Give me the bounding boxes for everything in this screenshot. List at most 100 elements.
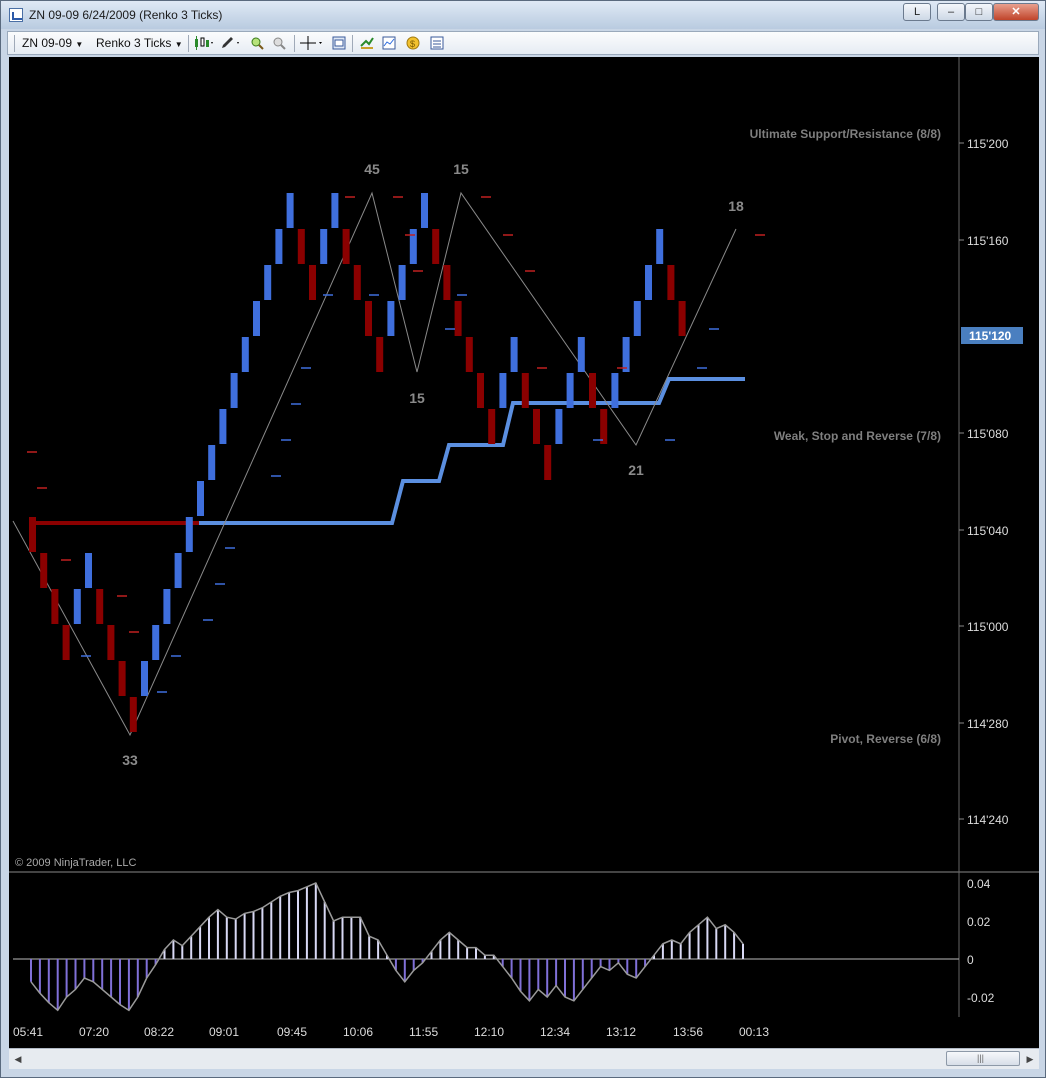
renko-brick: [521, 373, 529, 408]
renko-brick: [174, 553, 182, 588]
minimize-button[interactable]: –: [937, 3, 965, 21]
chart-data-icon[interactable]: [382, 36, 396, 50]
time-label: 08:22: [144, 1025, 174, 1039]
chart-toolbar: ZN 09-09 ▼ Renko 3 Ticks ▼ $: [7, 31, 1039, 55]
renko-brick: [499, 373, 507, 408]
oscillator-histogram: [30, 882, 744, 1012]
candlestick-chart-icon[interactable]: [194, 36, 214, 50]
renko-brick: [589, 373, 596, 408]
pencil-draw-icon[interactable]: [220, 36, 242, 50]
renko-brick: [253, 301, 260, 336]
scroll-right-icon[interactable]: ▶: [1023, 1052, 1037, 1066]
renko-brick: [141, 661, 148, 696]
renko-brick: [40, 553, 48, 588]
toolbar-separator: [188, 35, 189, 52]
time-label: 05:41: [13, 1025, 43, 1039]
copyright-text: © 2009 NinjaTrader, LLC: [15, 857, 136, 869]
period-label: Renko 3 Ticks: [96, 36, 172, 50]
swing-label: 21: [628, 462, 644, 478]
renko-brick: [600, 409, 608, 444]
renko-brick: [96, 589, 104, 624]
chevron-down-icon: ▼: [75, 40, 84, 49]
renko-brick: [465, 337, 473, 372]
renko-brick: [376, 337, 384, 372]
renko-brick: [432, 229, 440, 264]
renko-brick: [264, 265, 272, 300]
time-label: 13:56: [673, 1025, 703, 1039]
renko-brick: [208, 445, 216, 480]
renko-brick: [342, 229, 350, 264]
renko-brick: [656, 229, 664, 264]
title-bar[interactable]: ZN 09-09 6/24/2009 (Renko 3 Ticks) L – □…: [1, 1, 1045, 29]
renko-brick: [286, 193, 294, 228]
maximize-button[interactable]: □: [965, 3, 993, 21]
scrollbar-thumb[interactable]: |||: [946, 1051, 1020, 1066]
renko-brick: [62, 625, 70, 660]
swing-label: 45: [364, 161, 380, 177]
renko-brick: [477, 373, 484, 408]
level-label-8-8: Ultimate Support/Resistance (8/8): [750, 127, 941, 141]
strategy-icon[interactable]: [360, 36, 374, 50]
price-chart[interactable]: 115'200 115'160 115'080 115'040 115'000 …: [9, 57, 1039, 1048]
renko-brick: [152, 625, 160, 660]
renko-brick: [577, 337, 585, 372]
renko-brick: [73, 589, 81, 624]
renko-brick: [398, 265, 406, 300]
renko-brick: [197, 481, 204, 516]
chart-panel[interactable]: 115'200 115'160 115'080 115'040 115'000 …: [9, 57, 1039, 1067]
price-axis: 115'200 115'160 115'080 115'040 115'000 …: [959, 137, 1023, 827]
stop-line-long: [199, 377, 745, 525]
renko-brick: [185, 517, 193, 552]
renko-brick: [129, 697, 137, 732]
price-label: 115'200: [967, 137, 1009, 151]
osc-label: 0.04: [967, 877, 991, 891]
chart-window: ZN 09-09 6/24/2009 (Renko 3 Ticks) L – □…: [0, 0, 1046, 1078]
renko-brick: [488, 409, 496, 444]
renko-brick: [118, 661, 126, 696]
scroll-left-icon[interactable]: ◀: [11, 1052, 25, 1066]
renko-brick: [510, 337, 518, 372]
renko-brick: [566, 373, 574, 408]
link-button[interactable]: L: [903, 3, 931, 21]
crosshair-icon[interactable]: [300, 36, 324, 50]
swing-label: 15: [409, 390, 425, 406]
renko-brick: [633, 301, 641, 336]
swing-label: 15: [453, 161, 469, 177]
renko-brick: [387, 301, 395, 336]
time-label: 09:01: [209, 1025, 239, 1039]
period-selector[interactable]: Renko 3 Ticks ▼: [96, 36, 183, 50]
svg-text:$: $: [410, 39, 415, 49]
time-label: 00:13: [739, 1025, 769, 1039]
horizontal-scrollbar[interactable]: ◀ ||| ▶: [9, 1048, 1039, 1069]
properties-icon[interactable]: [332, 36, 346, 50]
instrument-selector[interactable]: ZN 09-09 ▼: [22, 36, 83, 50]
toolbar-separator: [352, 35, 353, 52]
price-label: 115'000: [967, 620, 1009, 634]
renko-brick: [443, 265, 451, 300]
renko-brick: [421, 193, 428, 228]
price-label: 114'240: [967, 813, 1009, 827]
oscillator-axis: 0.04 0.02 0 -0.02: [967, 877, 995, 1005]
renko-brick: [51, 589, 59, 624]
renko-brick: [622, 337, 630, 372]
scrollbar-grip: |||: [977, 1053, 985, 1063]
instrument-label: ZN 09-09: [22, 36, 73, 50]
price-label: 115'080: [967, 427, 1009, 441]
renko-brick: [275, 229, 283, 264]
data-box-icon[interactable]: [430, 36, 444, 50]
zoom-in-icon[interactable]: [250, 36, 264, 50]
price-label: 115'040: [967, 524, 1009, 538]
renko-brick: [365, 301, 372, 336]
level-dashes: [27, 196, 765, 693]
renko-brick: [85, 553, 92, 588]
renko-brick: [230, 373, 238, 408]
time-label: 13:12: [606, 1025, 636, 1039]
renko-brick: [29, 517, 36, 552]
zoom-out-icon[interactable]: [272, 36, 286, 50]
price-label: 115'160: [967, 234, 1009, 248]
renko-brick: [667, 265, 675, 300]
price-label: 114'280: [967, 717, 1009, 731]
renko-brick: [611, 373, 619, 408]
close-button[interactable]: ✕: [993, 3, 1039, 21]
currency-icon[interactable]: $: [406, 36, 420, 50]
